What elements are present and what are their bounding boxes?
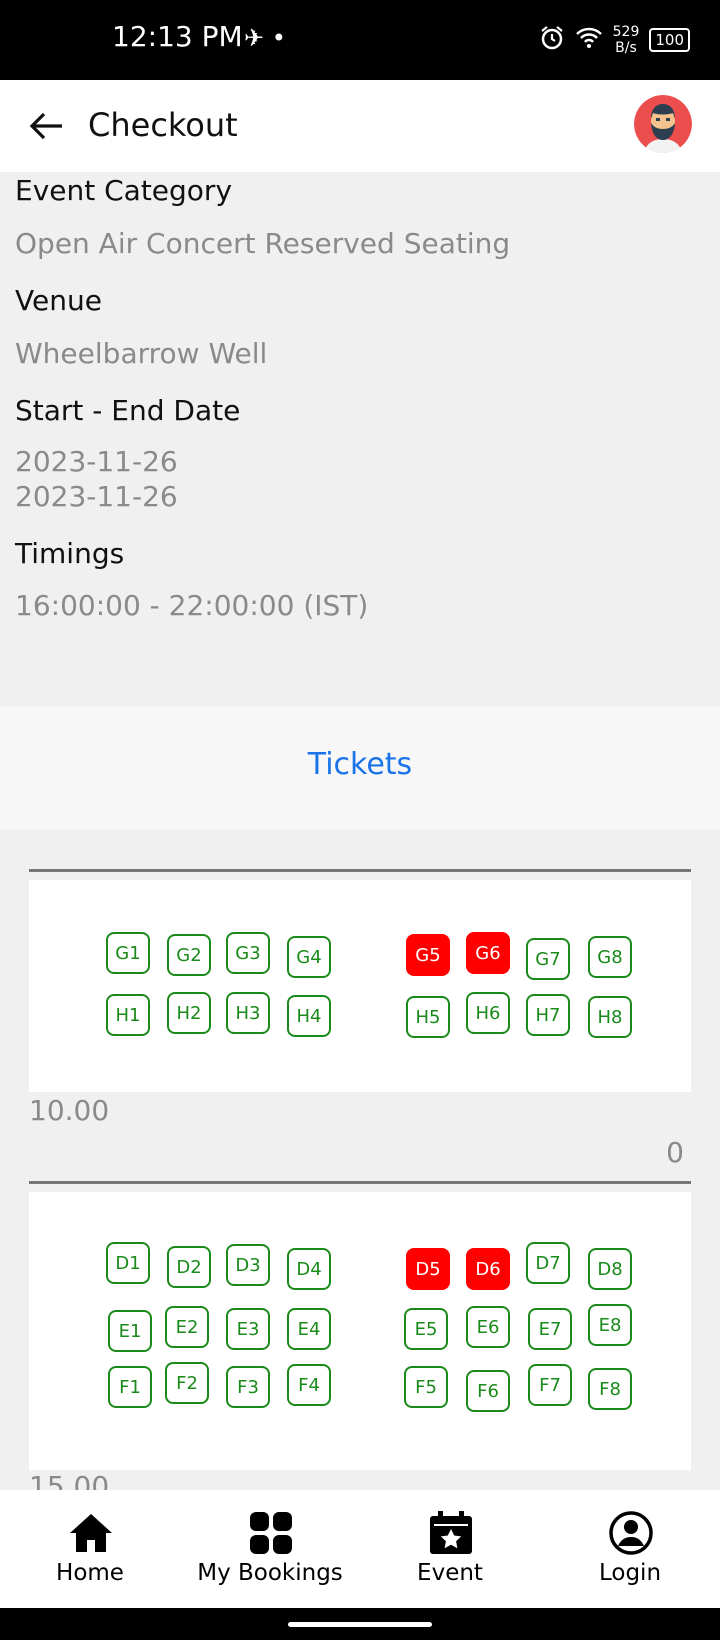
seat-d5[interactable]: D5 (406, 1248, 450, 1290)
venue-value: Wheelbarrow Well (15, 337, 268, 370)
seat-f4[interactable]: F4 (287, 1364, 331, 1406)
seat-e2[interactable]: E2 (165, 1306, 209, 1348)
seat-e5[interactable]: E5 (404, 1308, 448, 1350)
grid-icon (250, 1512, 292, 1554)
seat-g5[interactable]: G5 (406, 934, 450, 976)
nav-event-label: Event (417, 1560, 483, 1586)
seat-d3[interactable]: D3 (226, 1244, 270, 1286)
avatar[interactable] (634, 95, 692, 153)
timings-label: Timings (15, 537, 125, 570)
seat-h3[interactable]: H3 (226, 992, 270, 1034)
seat-d4[interactable]: D4 (287, 1248, 331, 1290)
back-arrow-icon[interactable] (26, 106, 66, 150)
seat-h6[interactable]: H6 (466, 992, 510, 1034)
seat-map-section-1: G1 G2 G3 G4 G5 G6 G7 G8 H1 H2 H3 H4 H5 H6 H7 H8 (29, 880, 691, 1092)
battery-indicator: 100 (649, 28, 690, 52)
seat-g4[interactable]: G4 (287, 936, 331, 978)
home-icon (70, 1514, 112, 1552)
start-date: 2023-11-26 (15, 445, 178, 478)
seat-f8[interactable]: F8 (588, 1368, 632, 1410)
seat-d6[interactable]: D6 (466, 1248, 510, 1290)
seat-f3[interactable]: F3 (226, 1366, 270, 1408)
ticket-quantity[interactable]: 0 (666, 1136, 684, 1169)
network-speed: 529 B/s (613, 24, 640, 56)
seat-g3[interactable]: G3 (226, 932, 270, 974)
nav-home[interactable]: Home (0, 1490, 180, 1608)
seat-f1[interactable]: F1 (108, 1366, 152, 1408)
home-gesture-pill[interactable] (288, 1622, 432, 1627)
status-right: 529 B/s 100 (539, 20, 690, 60)
seat-e4[interactable]: E4 (287, 1308, 331, 1350)
seat-e1[interactable]: E1 (108, 1310, 152, 1352)
seat-h2[interactable]: H2 (167, 992, 211, 1034)
seat-d1[interactable]: D1 (106, 1242, 150, 1284)
venue-label: Venue (15, 284, 102, 317)
nav-my-bookings-label: My Bookings (197, 1560, 343, 1586)
nav-login-label: Login (598, 1560, 662, 1586)
seat-e8[interactable]: E8 (588, 1304, 632, 1346)
seat-h5[interactable]: H5 (406, 996, 450, 1038)
tickets-tab[interactable]: Tickets (0, 747, 720, 782)
notification-icons: ✈ • (244, 24, 286, 52)
section-price: 10.00 (29, 1094, 110, 1127)
seat-d2[interactable]: D2 (167, 1246, 211, 1288)
bottom-navigation: Home My Bookings Event Login (0, 1490, 720, 1608)
date-label: Start - End Date (15, 394, 241, 427)
wifi-icon (575, 26, 603, 54)
seat-g1[interactable]: G1 (106, 932, 150, 974)
category-value: Open Air Concert Reserved Seating (15, 227, 511, 260)
app-bar: Checkout (0, 80, 720, 172)
seat-e6[interactable]: E6 (466, 1306, 510, 1348)
seat-e7[interactable]: E7 (528, 1308, 572, 1350)
seat-f7[interactable]: F7 (528, 1364, 572, 1406)
seat-map-section-2: D1 D2 D3 D4 D5 D6 D7 D8 E1 E2 E3 E4 E5 E6 E7 E8 F1 F2 F3 F4… (29, 1192, 691, 1470)
status-time: 12:13 PM (112, 20, 243, 53)
seat-d7[interactable]: D7 (526, 1242, 570, 1284)
network-speed-value: 529 (612, 24, 640, 40)
page-title: Checkout (88, 106, 238, 144)
seat-h4[interactable]: H4 (287, 995, 331, 1037)
section-divider (29, 869, 691, 872)
nav-login[interactable]: Login (540, 1490, 720, 1608)
category-label: Event Category (15, 174, 233, 207)
status-bar: 12:13 PM ✈ • 529 B/s 100 (0, 0, 720, 80)
seat-h8[interactable]: H8 (588, 996, 632, 1038)
seat-f6[interactable]: F6 (466, 1370, 510, 1412)
seat-e3[interactable]: E3 (226, 1308, 270, 1350)
network-speed-unit: B/s (615, 40, 637, 56)
timings-value: 16:00:00 - 22:00:00 (IST) (15, 589, 369, 622)
seat-g2[interactable]: G2 (167, 934, 211, 976)
seat-g7[interactable]: G7 (526, 938, 570, 980)
seat-h7[interactable]: H7 (526, 994, 570, 1036)
calendar-star-icon (430, 1511, 472, 1554)
seat-h1[interactable]: H1 (106, 994, 150, 1036)
seat-d8[interactable]: D8 (588, 1248, 632, 1290)
event-details: Event Category Open Air Concert Reserved… (0, 172, 720, 707)
nav-event[interactable]: Event (360, 1490, 540, 1608)
tickets-section-header: Tickets (0, 707, 720, 830)
seat-f2[interactable]: F2 (165, 1362, 209, 1404)
nav-my-bookings[interactable]: My Bookings (180, 1490, 360, 1608)
seat-f5[interactable]: F5 (404, 1366, 448, 1408)
system-navigation-bar (0, 1608, 720, 1640)
section-divider (29, 1181, 691, 1184)
end-date: 2023-11-26 (15, 480, 178, 513)
alarm-icon (539, 25, 565, 55)
seat-g8[interactable]: G8 (588, 936, 632, 978)
account-circle-icon (609, 1511, 653, 1555)
seat-g6[interactable]: G6 (466, 932, 510, 974)
nav-home-label: Home (56, 1560, 124, 1586)
